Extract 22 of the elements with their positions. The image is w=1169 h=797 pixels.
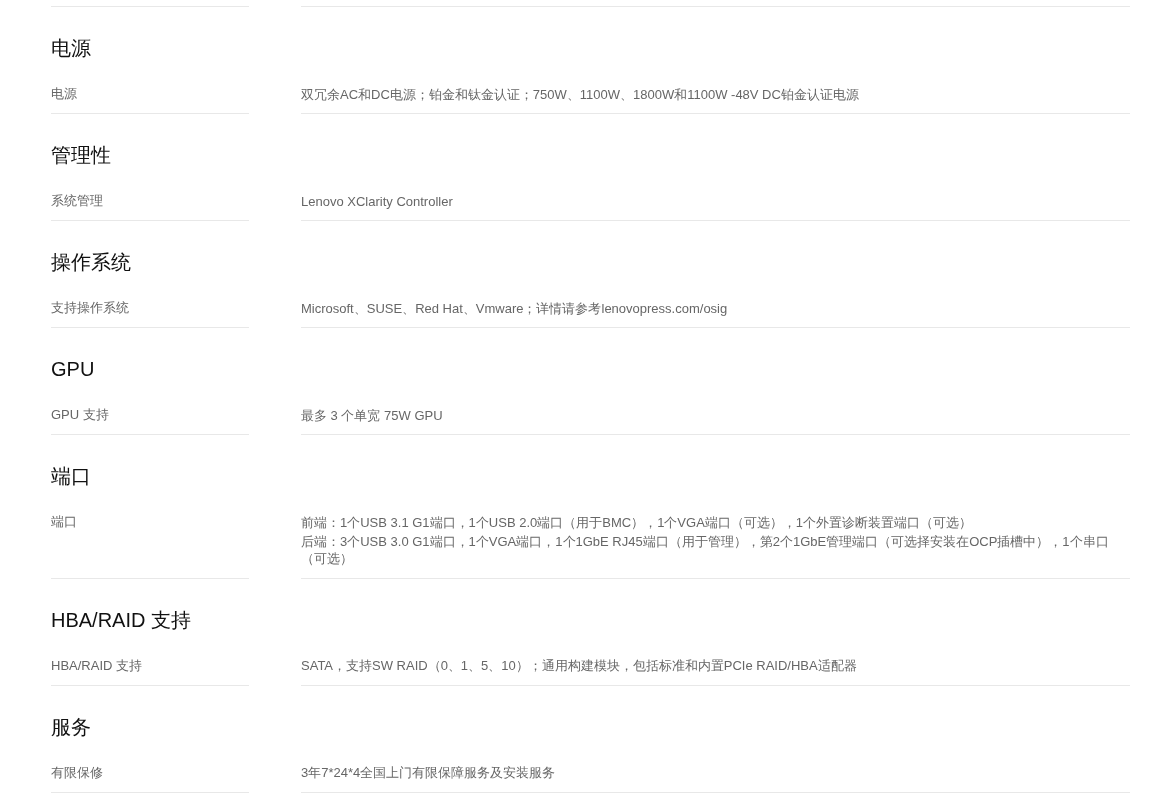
spec-value: Lenovo XClarity Controller xyxy=(301,192,454,210)
spec-value: SATA，支持SW RAID（0、1、5、10）；通用构建模块，包括标准和内置PCIe RAID/HBA适配器 xyxy=(301,657,858,674)
section-heading: GPU xyxy=(51,357,96,382)
spec-label: HBA/RAID 支持 xyxy=(51,656,143,675)
spec-label: 端口 xyxy=(51,513,78,531)
section-heading: 电源 xyxy=(51,36,92,61)
spec-label: 有限保修 xyxy=(51,763,104,782)
spec-value: 双冗余AC和DC电源；铂金和钛金认证；750W、1100W、1800W和1100W -48V DC铂金认证电源 xyxy=(301,85,860,103)
section-heading: 管理性 xyxy=(51,143,112,168)
section-heading: HBA/RAID 支持 xyxy=(51,607,193,633)
spec-label: GPU 支持 xyxy=(51,406,110,424)
spec-value: 3年7*24*4全国上门有限保障服务及安装服务 xyxy=(301,764,557,781)
spec-value: 前端：1个USB 3.1 G1端口，1个USB 2.0端口（用于BMC），1个VGA端口（可选），1个外置诊断装置端口（可选） xyxy=(301,513,974,531)
spec-value: Microsoft、SUSE、Red Hat、Vmware；详情请参考lenovopress.com/osig xyxy=(301,299,729,317)
spec-label: 支持操作系统 xyxy=(51,299,130,317)
section-heading: 操作系统 xyxy=(51,250,132,275)
spec-label: 系统管理 xyxy=(51,192,104,210)
spec-label: 电源 xyxy=(51,85,78,103)
section-heading: 端口 xyxy=(51,464,92,489)
spec-value: 后端：3个USB 3.0 G1端口，1个VGA端口，1个1GbE RJ45端口（用于管理），第2个1GbE管理端口（可选择安装在OCP插槽中），1个串口（可选） xyxy=(301,533,1110,567)
section-heading: 服务 xyxy=(51,714,92,740)
spec-value: 最多 3 个单宽 75W GPU xyxy=(301,406,444,424)
